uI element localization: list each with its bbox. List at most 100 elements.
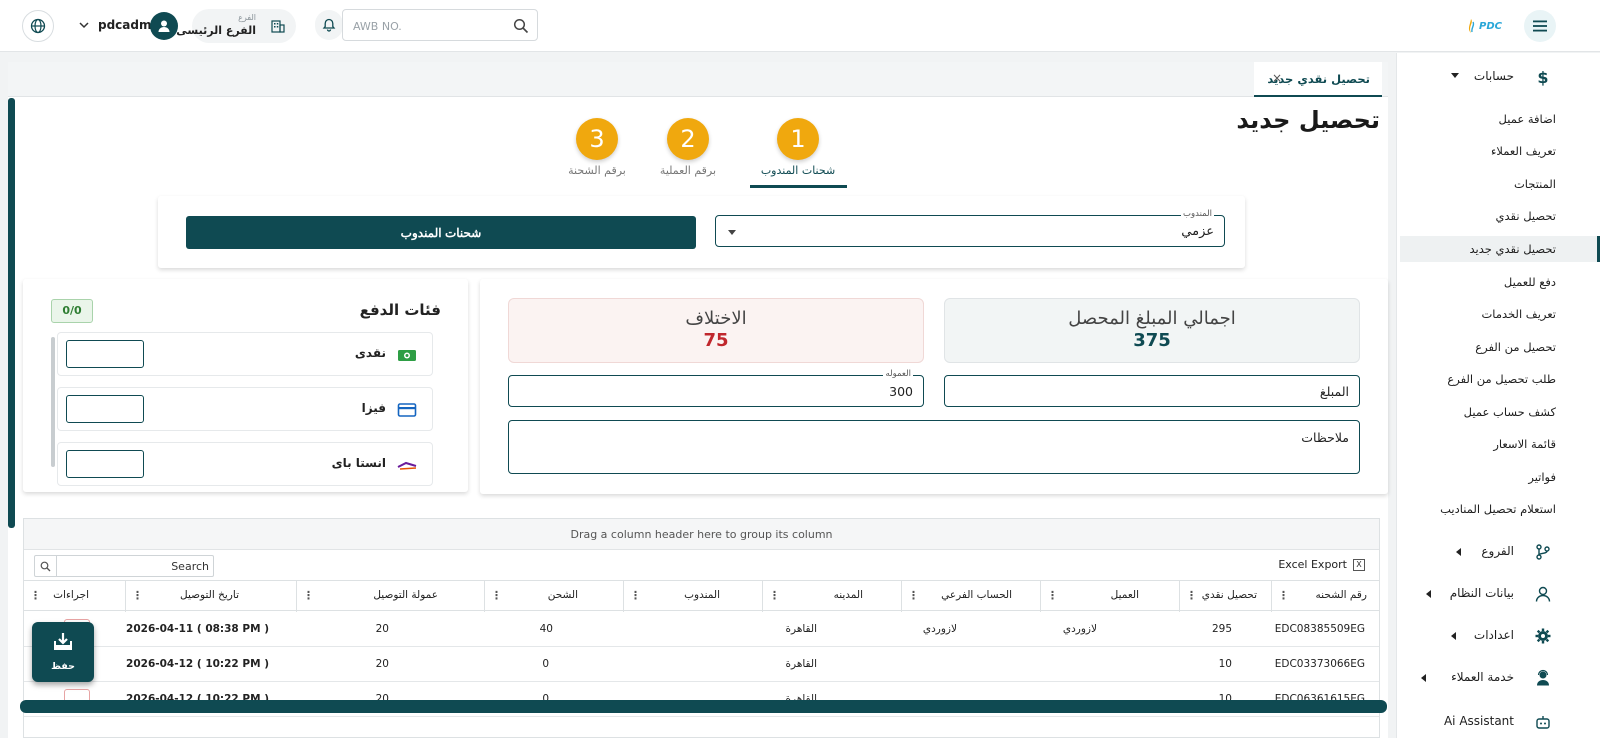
search-icon — [35, 556, 57, 576]
sidebar-group-system-data[interactable]: بيانات النظام — [1396, 576, 1600, 610]
language-button[interactable] — [22, 10, 54, 42]
column-menu-icon[interactable]: ⋮ — [1186, 589, 1197, 602]
step-by-shipment[interactable]: 3 برقم الشحنة — [547, 118, 647, 188]
sidebar: $ حسابات اضافة عميل تعريف العملاء المنتج… — [1396, 53, 1600, 738]
cell-awb: EDC08385509EG — [1274, 623, 1365, 635]
notifications-button[interactable] — [315, 10, 343, 40]
avatar[interactable] — [150, 12, 178, 40]
visa-amount-input[interactable] — [66, 395, 144, 423]
agent-select[interactable]: المندوب عزمي — [715, 209, 1225, 247]
search-icon[interactable] — [513, 18, 529, 34]
sidebar-item-agent-collection-inquiry[interactable]: استعلام تحصيل المناديب — [1400, 496, 1600, 522]
cell-subaccount: لازوردي — [922, 623, 957, 635]
sidebar-item-new-cash-collection[interactable]: تحصيل نقدي جديد — [1400, 236, 1600, 262]
save-button[interactable]: حفظ — [32, 622, 94, 682]
column-header-agent[interactable]: المندوب ⋮ — [623, 581, 762, 612]
cell-shipping: 0 — [542, 658, 549, 670]
chevron-left-icon — [1456, 548, 1461, 556]
awb-search-box[interactable] — [342, 9, 538, 41]
column-header-actions[interactable]: اجراءات ⋮ — [24, 581, 125, 612]
sidebar-item-branch-collection-request[interactable]: طلب تحصيل من الفرع — [1400, 366, 1600, 392]
branch-selector[interactable]: الفرع الفرع الرئيسى — [176, 9, 296, 43]
bell-icon — [322, 18, 336, 32]
tab-strip: تحصيل نقدي جديد × — [8, 62, 1388, 97]
column-menu-icon[interactable]: ⋮ — [630, 589, 641, 602]
sidebar-item-services[interactable]: تعريف الخدمات — [1400, 301, 1600, 327]
sidebar-item-branch-collection[interactable]: تحصيل من الفرع — [1400, 334, 1600, 360]
column-menu-icon[interactable]: ⋮ — [491, 589, 502, 602]
step-agent-shipments[interactable]: 1 شحنات المندوب — [748, 118, 848, 188]
sidebar-group-settings[interactable]: اعدادات — [1396, 618, 1600, 652]
sidebar-group-label: بيانات النظام — [1449, 586, 1514, 600]
payment-method-name: انستا باى — [331, 456, 386, 470]
column-menu-icon[interactable]: ⋮ — [769, 589, 780, 602]
step-by-operation[interactable]: 2 برقم العملية — [638, 118, 738, 188]
column-menu-icon[interactable]: ⋮ — [303, 589, 314, 602]
column-header-shipping[interactable]: الشحن ⋮ — [484, 581, 623, 612]
grid-search-box[interactable] — [34, 555, 214, 577]
horizontal-scrollbar[interactable] — [20, 700, 1387, 713]
save-label: حفظ — [51, 661, 75, 672]
payment-categories-card: فئات الدفع 0/0 نقدى فيزا انستا باى — [23, 279, 468, 492]
instapay-amount-input[interactable] — [66, 450, 144, 478]
sidebar-group-label: الفروع — [1481, 544, 1514, 558]
sidebar-item-products[interactable]: المنتجات — [1400, 171, 1600, 197]
sidebar-group-customer-service[interactable]: خدمة العملاء — [1396, 660, 1600, 694]
cell-commission: 20 — [375, 658, 389, 670]
payment-list-scrollbar[interactable] — [51, 337, 55, 467]
sidebar-item-cash-collection[interactable]: تحصيل نقدي — [1400, 203, 1600, 229]
sidebar-item-client-statement[interactable]: كشف حساب عميل — [1400, 399, 1600, 425]
sidebar-group-accounts[interactable]: $ حسابات — [1396, 59, 1600, 93]
cell-commission: 20 — [375, 623, 389, 635]
step-number: 3 — [576, 118, 618, 160]
ai-assistant-icon — [1536, 716, 1550, 729]
hamburger-icon — [1533, 20, 1547, 32]
column-menu-icon[interactable]: ⋮ — [30, 589, 41, 602]
column-menu-icon[interactable]: ⋮ — [1047, 589, 1058, 602]
column-header-subaccount[interactable]: الحساب الفرعي ⋮ — [901, 581, 1040, 612]
tab-new-cash-collection[interactable]: تحصيل نقدي جديد × — [1254, 62, 1382, 97]
cell-cash: 10 — [1218, 658, 1232, 670]
sidebar-group-branches[interactable]: الفروع — [1396, 534, 1600, 568]
table-row[interactable]: EDC03373066EG 10 القاهرة 0 20 2026-04-12… — [24, 647, 1379, 682]
close-icon[interactable]: × — [1272, 71, 1282, 85]
building-icon — [271, 20, 285, 33]
sidebar-item-pay-client[interactable]: دفع للعميل — [1400, 269, 1600, 295]
column-menu-icon[interactable]: ⋮ — [1278, 589, 1289, 602]
column-header-client[interactable]: العميل ⋮ — [1040, 581, 1179, 612]
table-row[interactable]: EDC08385509EG 295 لازوردي لازوردي القاهر… — [24, 612, 1379, 647]
column-header-city[interactable]: المدينه ⋮ — [762, 581, 901, 612]
sidebar-item-add-client[interactable]: اضافة عميل — [1400, 106, 1600, 132]
notes-placeholder: ملاحظات — [1301, 430, 1349, 445]
column-title: الشحن — [547, 589, 578, 601]
sidebar-group-ai-assistant[interactable]: Ai Assistant — [1396, 704, 1600, 738]
agent-shipments-button[interactable]: شحنات المندوب — [186, 216, 696, 249]
sidebar-item-clients[interactable]: تعريف العملاء — [1400, 138, 1600, 164]
column-title: تاريخ التوصيل — [180, 589, 239, 601]
cash-amount-input[interactable] — [66, 340, 144, 368]
amount-field[interactable]: المبلغ — [944, 375, 1360, 407]
sidebar-item-price-list[interactable]: قائمة الاسعار — [1400, 431, 1600, 457]
grid-header: رقم الشحنه ⋮ تحصيل نقدي ⋮ العميل ⋮ الحسا… — [24, 580, 1379, 612]
column-header-cash[interactable]: تحصيل نقدي ⋮ — [1179, 581, 1271, 612]
column-header-delivery-date[interactable]: تاريخ التوصيل ⋮ — [125, 581, 296, 612]
cell-shipping: 40 — [539, 623, 553, 635]
group-panel[interactable]: Drag a column header here to group its c… — [24, 519, 1379, 550]
column-menu-icon[interactable]: ⋮ — [132, 589, 143, 602]
awb-search-input[interactable] — [353, 16, 503, 36]
sidebar-group-label: حسابات — [1473, 69, 1514, 83]
sidebar-item-invoices[interactable]: فواتير — [1400, 464, 1600, 490]
column-header-awb[interactable]: رقم الشحنه ⋮ — [1271, 581, 1379, 612]
agent-card: المندوب عزمي شحنات المندوب — [158, 196, 1245, 268]
grid-search-input[interactable] — [63, 558, 209, 574]
total-collected-value: 375 — [1133, 330, 1171, 351]
menu-toggle-button[interactable] — [1524, 10, 1556, 42]
vertical-scrollbar[interactable] — [8, 98, 15, 528]
excel-export-button[interactable]: Excel Export X — [1278, 558, 1365, 571]
notes-field[interactable]: ملاحظات — [508, 420, 1360, 474]
chevron-down-icon[interactable] — [78, 19, 90, 31]
column-header-commission[interactable]: عمولة التوصيل ⋮ — [296, 581, 484, 612]
commission-field[interactable]: العموله 300 — [508, 369, 924, 407]
column-title: رقم الشحنه — [1315, 589, 1367, 601]
column-menu-icon[interactable]: ⋮ — [908, 589, 919, 602]
